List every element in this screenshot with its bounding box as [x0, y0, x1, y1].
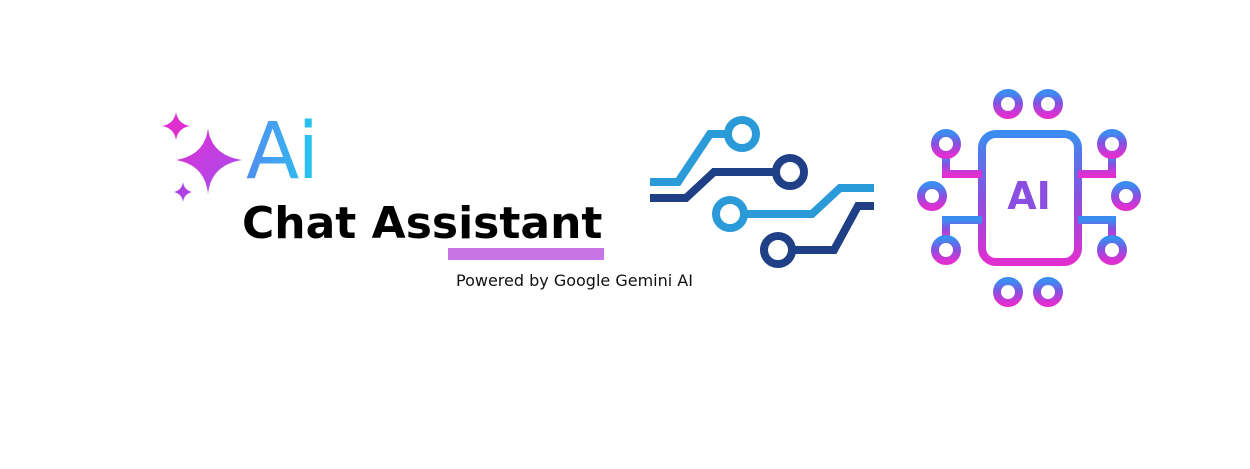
chip-label: AI [1007, 174, 1051, 218]
title-underline [448, 248, 604, 260]
page-title: Chat Assistant [242, 198, 603, 249]
ai-wordmark: Ai [246, 107, 319, 197]
banner: Ai Chat Assistant Powered by Google Gemi… [0, 0, 1250, 469]
subtitle: Powered by Google Gemini AI [456, 271, 693, 290]
circuit-lines-icon [650, 116, 874, 268]
sparkles-icon [162, 112, 242, 202]
